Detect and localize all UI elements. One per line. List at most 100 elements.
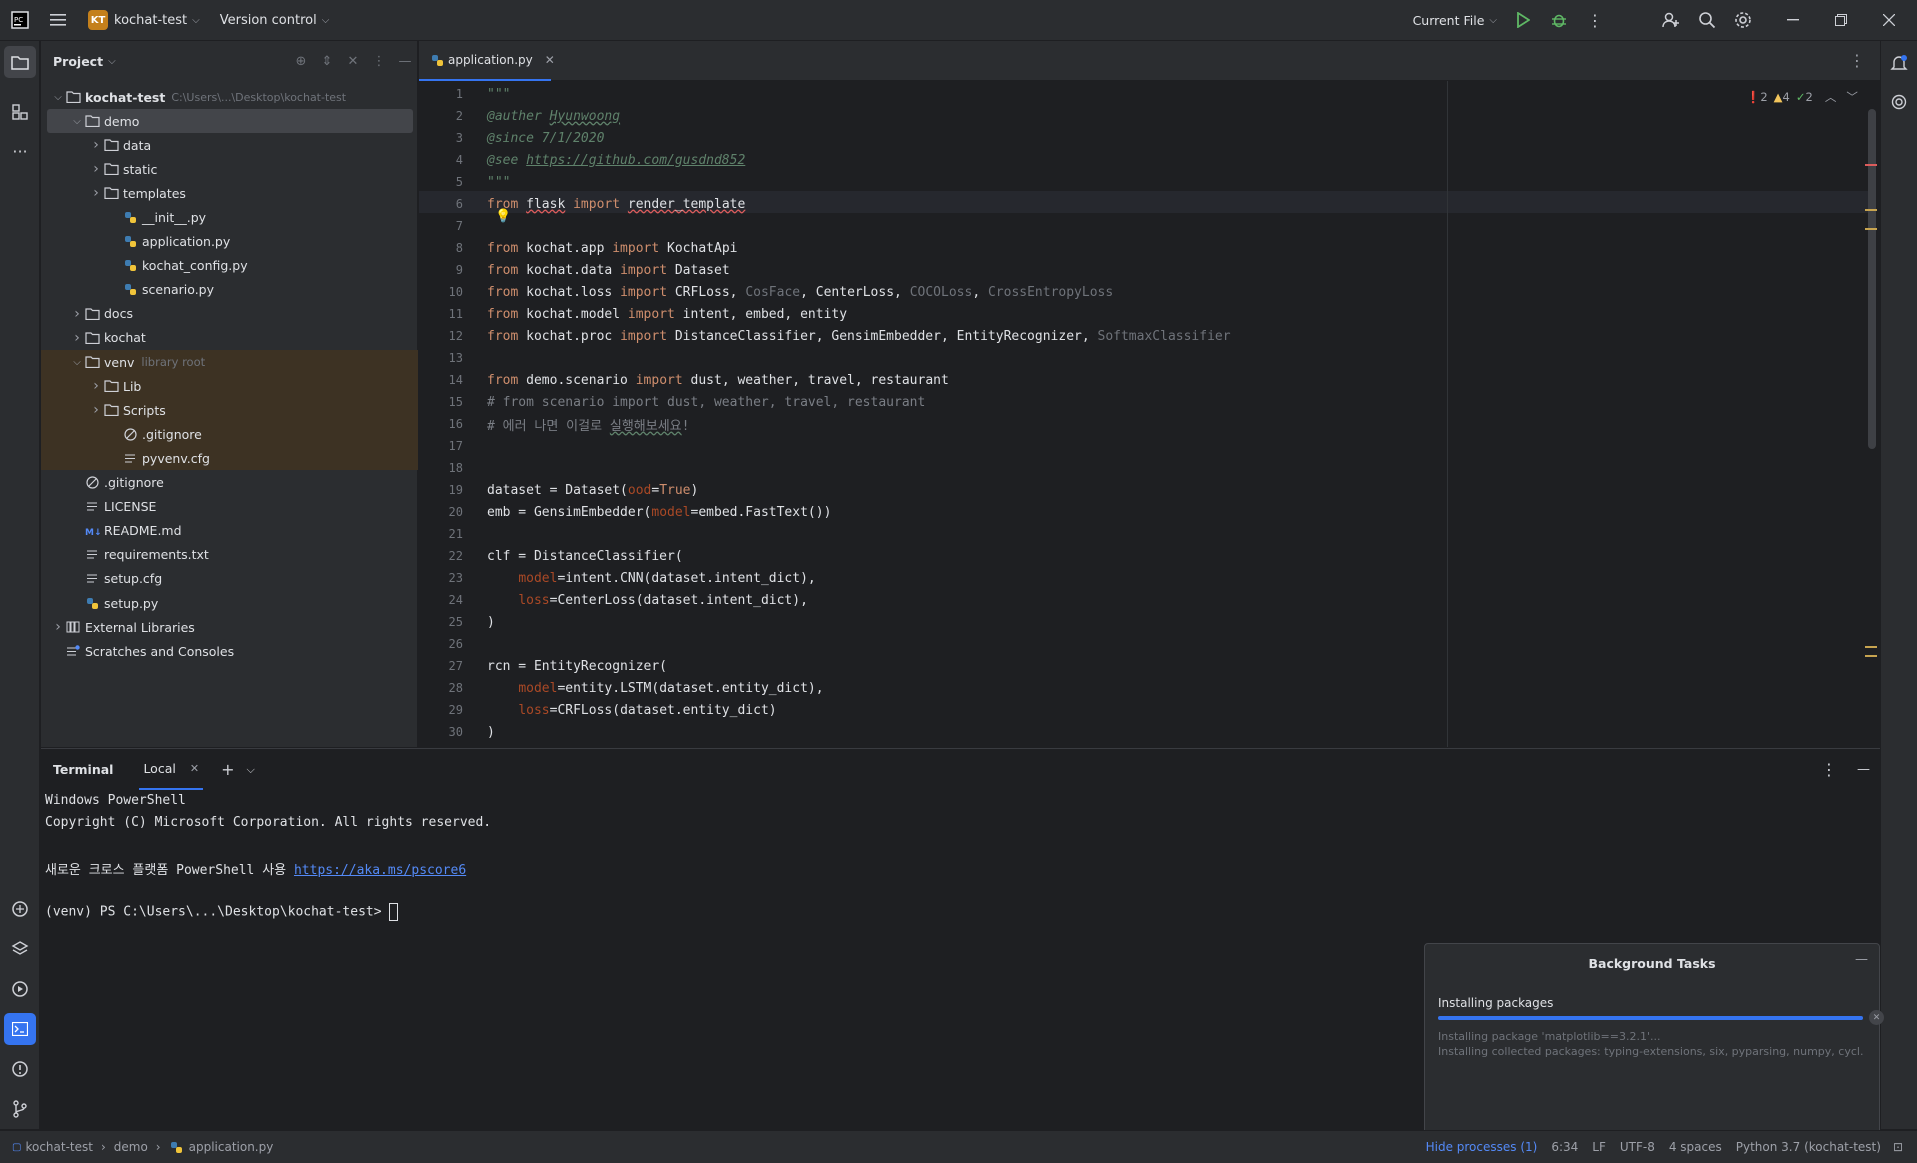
problems-icon[interactable] [4, 1053, 36, 1085]
warning-stripe-marker[interactable] [1865, 646, 1877, 648]
tree-item-scripts[interactable]: › Scripts [41, 398, 418, 423]
ai-assistant-icon[interactable] [1883, 86, 1915, 118]
tree-item-readme-md[interactable]: M↓ README.md [41, 519, 418, 543]
hide-panel-icon[interactable]: — [392, 54, 418, 69]
task-detail-line: Installing collected packages: typing-ex… [1438, 1045, 1863, 1058]
tree-item-kochat[interactable]: › kochat [41, 326, 418, 350]
lock-icon[interactable]: ⊡ [1893, 1140, 1903, 1154]
breadcrumb-project[interactable]: kochat-test [25, 1140, 93, 1154]
tree-item-requirements-txt[interactable]: requirements.txt [41, 543, 418, 567]
options-icon[interactable]: ⋮ [366, 54, 392, 69]
hide-processes-link[interactable]: Hide processes (1) [1426, 1140, 1538, 1154]
tree-item-application-py[interactable]: application.py [41, 230, 418, 254]
minimize-popup-icon[interactable]: — [1855, 952, 1868, 967]
tree-item-docs[interactable]: › docs [41, 302, 418, 326]
terminal-icon[interactable] [4, 1013, 36, 1045]
settings-gear-icon[interactable] [1725, 2, 1761, 38]
expand-all-icon[interactable]: ⇕ [314, 54, 340, 69]
chevron-down-icon[interactable]: ⌵ [70, 357, 84, 368]
tree-item-data[interactable]: › data [41, 133, 418, 157]
editor-tab[interactable]: application.py ✕ [419, 41, 555, 81]
terminal-options-icon[interactable]: ⋮ [1821, 760, 1837, 779]
chevron-down-icon[interactable]: ⌵ [70, 116, 84, 127]
tree-item-scenario-py[interactable]: scenario.py [41, 278, 418, 302]
tree-item-demo[interactable]: ⌵ demo [47, 109, 413, 133]
tree-item-static[interactable]: › static [41, 157, 418, 181]
debug-icon[interactable] [1541, 2, 1577, 38]
pscore-link[interactable]: https://aka.ms/pscore6 [294, 863, 466, 878]
close-tab-icon[interactable]: ✕ [545, 53, 555, 67]
chevron-right-icon[interactable]: › [89, 402, 103, 418]
git-branch-icon[interactable] [4, 1093, 36, 1125]
editor-scrollbar[interactable] [1868, 109, 1876, 449]
project-folder-icon[interactable] [4, 46, 36, 78]
locate-file-icon[interactable]: ⊕ [288, 54, 314, 69]
tree-item-setup-py[interactable]: setup.py [41, 591, 418, 615]
tree-item-gitignore[interactable]: .gitignore [41, 422, 418, 447]
tree-item-init-py[interactable]: __init__.py [41, 205, 418, 229]
terminal-header: Terminal Local ✕ + ⌵ ⋮ — [41, 749, 1880, 790]
run-icon[interactable] [1505, 2, 1541, 38]
tree-item-templates[interactable]: › templates [41, 181, 418, 205]
chevron-down-icon[interactable]: ⌵ [108, 56, 116, 67]
chevron-down-icon[interactable]: ⌵ [51, 92, 65, 103]
indent-setting[interactable]: 4 spaces [1669, 1140, 1722, 1154]
error-stripe-marker[interactable] [1865, 164, 1877, 166]
python-interpreter[interactable]: Python 3.7 (kochat-test) [1736, 1140, 1881, 1154]
file-encoding[interactable]: UTF-8 [1620, 1140, 1655, 1154]
run-config-selector[interactable]: Current File ⌵ [1413, 0, 1497, 41]
collapse-all-icon[interactable]: ✕ [340, 54, 366, 69]
search-icon[interactable] [1689, 2, 1725, 38]
main-menu-icon[interactable] [40, 2, 76, 38]
project-panel-title[interactable]: Project [53, 54, 103, 69]
chevron-right-icon[interactable]: › [89, 378, 103, 394]
chevron-right-icon[interactable]: › [89, 137, 103, 153]
tree-item-kochat-config-py[interactable]: kochat_config.py [41, 254, 418, 278]
more-tools-icon[interactable]: ··· [4, 135, 36, 167]
restore-icon[interactable] [1817, 2, 1865, 38]
tree-item-setup-cfg[interactable]: setup.cfg [41, 567, 418, 591]
breadcrumb-file[interactable]: application.py [189, 1140, 274, 1154]
chevron-down-icon[interactable]: ⌵ [246, 763, 254, 777]
caret-position[interactable]: 6:34 [1551, 1140, 1578, 1154]
warning-stripe-marker[interactable] [1865, 228, 1877, 230]
python-packages-icon[interactable] [4, 933, 36, 965]
tree-item-gitignore[interactable]: .gitignore [41, 471, 418, 495]
terminal-prompt-line[interactable]: (venv) PS C:\Users\...\Desktop\kochat-te… [45, 903, 399, 921]
minimize-icon[interactable] [1769, 2, 1817, 38]
text-file-icon [84, 572, 100, 586]
project-switcher[interactable]: KT kochat-test ⌵ [88, 0, 200, 41]
close-window-icon[interactable] [1865, 2, 1913, 38]
more-actions-icon[interactable]: ⋮ [1577, 2, 1613, 38]
structure-icon[interactable] [4, 96, 36, 128]
services-icon[interactable] [4, 973, 36, 1005]
python-console-icon[interactable] [4, 893, 36, 925]
terminal-title[interactable]: Terminal [53, 762, 113, 777]
chevron-right-icon[interactable]: › [51, 619, 65, 635]
tree-item-external-libraries[interactable]: › External Libraries [41, 615, 418, 639]
terminal-tab-local[interactable]: Local ✕ [139, 749, 204, 790]
chevron-right-icon[interactable]: › [89, 161, 103, 177]
chevron-right-icon[interactable]: › [70, 306, 84, 322]
folder-icon [84, 307, 100, 321]
chevron-right-icon[interactable]: › [70, 330, 84, 346]
tree-item-pyvenv-cfg[interactable]: pyvenv.cfg [41, 446, 418, 471]
cancel-task-icon[interactable]: ✕ [1869, 1010, 1884, 1025]
tree-item-scratches-and-consoles[interactable]: Scratches and Consoles [41, 639, 418, 663]
notifications-bell-icon[interactable] [1883, 47, 1915, 79]
tab-options-icon[interactable]: ⋮ [1849, 51, 1865, 70]
hide-terminal-icon[interactable]: — [1857, 762, 1870, 777]
tree-root[interactable]: ⌵ kochat-test C:\Users\...\Desktop\kocha… [41, 85, 418, 109]
line-separator[interactable]: LF [1592, 1140, 1606, 1154]
chevron-right-icon[interactable]: › [89, 185, 103, 201]
warning-stripe-marker[interactable] [1865, 209, 1877, 211]
code-with-me-icon[interactable] [1653, 2, 1689, 38]
version-control-menu[interactable]: Version control ⌵ [220, 0, 330, 41]
tree-item-venv[interactable]: ⌵ venv library root [41, 350, 418, 374]
close-tab-icon[interactable]: ✕ [190, 762, 199, 775]
warning-stripe-marker[interactable] [1865, 655, 1877, 657]
new-tab-plus-icon[interactable]: + [221, 760, 234, 779]
breadcrumb-folder[interactable]: demo [114, 1140, 148, 1154]
tree-item-license[interactable]: LICENSE [41, 495, 418, 519]
tree-item-lib[interactable]: › Lib [41, 374, 418, 399]
